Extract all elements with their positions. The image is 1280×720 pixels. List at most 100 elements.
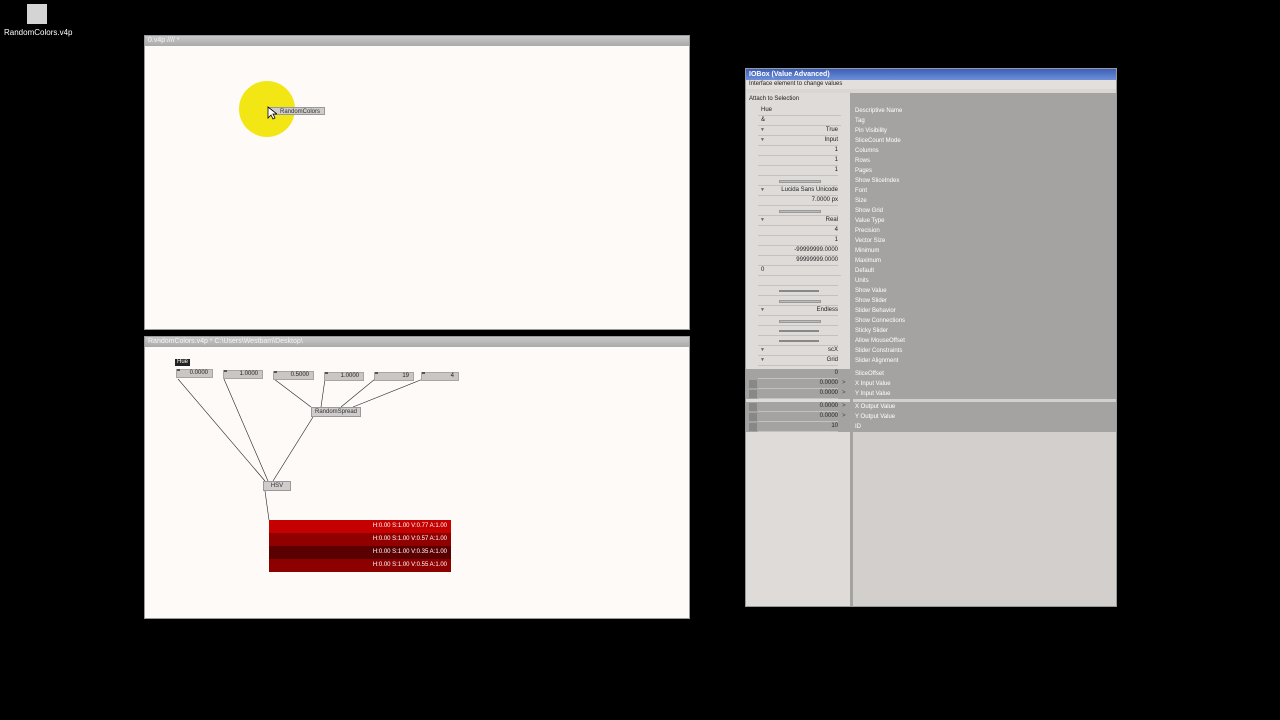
pin-row[interactable]: 0.0000 > Y Input Value [746,389,1116,399]
property-label: Size [855,198,867,204]
dropdown-arrow-icon[interactable]: ▼ [760,127,765,133]
dropdown-arrow-icon[interactable]: ▼ [760,357,765,363]
iobox-1[interactable]: 1.0000 [223,370,263,379]
desktop-file-icon[interactable]: RandomColors.v4p [4,4,73,37]
property-label: Show Value [855,288,887,294]
property-row[interactable]: Sticky Slider [746,326,1116,336]
pin-row[interactable]: 0.0000 > X Input Value [746,379,1116,389]
property-row[interactable]: Hue Descriptive Name [746,106,1116,116]
property-value[interactable] [758,276,838,286]
toggle-bar[interactable] [779,300,821,303]
toggle-bar[interactable] [779,180,821,183]
inspector-title[interactable]: IOBox (Value Advanced) [746,69,1116,80]
pin-expand-marker[interactable]: > [842,402,846,411]
property-row[interactable]: Show Slider [746,296,1116,306]
property-row[interactable]: & Tag [746,116,1116,126]
property-value[interactable]: scX [758,346,838,356]
iobox-3[interactable]: 1.0000 [324,372,364,381]
pin-expand-marker[interactable]: > [842,389,846,398]
attach-to-selection[interactable]: Attach to Selection [749,96,799,102]
property-label: Default [855,268,875,274]
property-label: Show Slider [855,298,888,304]
node-randomcolors[interactable]: RandomColors [269,107,325,115]
pin-value[interactable]: 0 [758,369,838,379]
dropdown-arrow-icon[interactable]: ▼ [760,347,765,353]
pin-value[interactable]: 0.0000 [758,402,838,412]
property-label: Pin Visibility [855,128,887,134]
property-value[interactable]: & [758,116,841,126]
dropdown-arrow-icon[interactable]: ▼ [760,217,765,223]
toggle-bar[interactable] [779,320,821,323]
property-value[interactable]: 1 [758,146,838,156]
pin-expand-marker[interactable]: > [842,379,846,388]
patch-window-randomcolors[interactable]: RandomColors.v4p * C:\Users\Westbam\Desk… [144,336,690,619]
property-value[interactable]: 1 [758,166,838,176]
pin-value[interactable]: 0.0000 [758,379,838,389]
property-value[interactable]: 0 [758,266,841,276]
property-row[interactable]: scX ▼ Slider Constraints [746,346,1116,356]
property-row[interactable]: Lucida Sans Unicode ▼ Font [746,186,1116,196]
property-value[interactable]: Real [758,216,838,226]
pin-row[interactable]: 0 SliceOffset [746,369,1116,379]
property-row[interactable]: 1 Pages [746,166,1116,176]
property-value[interactable]: Hue [758,106,841,116]
property-value[interactable]: Input [758,136,838,146]
property-row[interactable]: 0 Default [746,266,1116,276]
property-value[interactable]: Grid [758,356,838,366]
property-value[interactable]: Lucida Sans Unicode [758,186,838,196]
dropdown-arrow-icon[interactable]: ▼ [760,187,765,193]
property-row[interactable]: 1 Rows [746,156,1116,166]
node-hsv[interactable]: HSV [263,481,291,491]
iobox-4[interactable]: 19 [374,372,414,381]
property-row[interactable]: True ▼ Pin Visibility [746,126,1116,136]
window-title[interactable]: 0.v4p //// * [145,36,689,46]
property-row[interactable]: 1 Vector Size [746,236,1116,246]
property-row[interactable]: Show SliceIndex [746,176,1116,186]
property-row[interactable]: Show Grid [746,206,1116,216]
property-row[interactable]: Endless ▼ Slider Behavior [746,306,1116,316]
property-row[interactable]: 7.0000 px Size [746,196,1116,206]
node-randomspread[interactable]: RandomSpread [311,407,361,417]
property-row[interactable]: Input ▼ SliceCount Mode [746,136,1116,146]
property-value[interactable]: 1 [758,156,838,166]
toggle-bar[interactable] [779,330,819,332]
pin-value[interactable]: 0.0000 [758,412,838,422]
toggle-bar[interactable] [779,290,819,292]
property-value[interactable]: 7.0000 px [758,196,838,206]
property-value[interactable]: True [758,126,838,136]
toggle-bar[interactable] [779,340,819,342]
patch-window-root[interactable]: 0.v4p //// * RandomColors [144,35,690,330]
iobox-2[interactable]: 0.5000 [273,371,314,380]
property-label: Precision [855,228,880,234]
pin-row[interactable]: 0.0000 > Y Output Value [746,412,1116,422]
toggle-bar[interactable] [779,210,821,213]
pin-row[interactable]: 10 ID [746,422,1116,432]
property-label: Allow MouseOffset [855,338,905,344]
dropdown-arrow-icon[interactable]: ▼ [760,307,765,313]
iobox-0[interactable]: 0.0000 [176,369,213,378]
property-row[interactable]: Show Value [746,286,1116,296]
property-row[interactable]: Real ▼ Value Type [746,216,1116,226]
pin-indicator [749,403,757,411]
iobox-5[interactable]: 4 [421,372,459,381]
property-row[interactable]: 4 Precision [746,226,1116,236]
property-row[interactable]: Units [746,276,1116,286]
pin-row[interactable]: 0.0000 > X Output Value [746,402,1116,412]
pin-value[interactable]: 0.0000 [758,389,838,399]
desktop-file-label: RandomColors.v4p [4,28,73,37]
dropdown-arrow-icon[interactable]: ▼ [760,137,765,143]
property-value[interactable]: 1 [758,236,838,246]
property-row[interactable]: Show Connections [746,316,1116,326]
property-value[interactable]: 99999999.0000 [758,256,838,266]
inspector-window[interactable]: IOBox (Value Advanced) Interface element… [745,68,1117,607]
property-row[interactable]: 1 Columns [746,146,1116,156]
property-row[interactable]: Allow MouseOffset [746,336,1116,346]
pin-expand-marker[interactable]: > [842,412,846,421]
property-value[interactable]: Endless [758,306,838,316]
property-value[interactable]: -99999999.0000 [758,246,838,256]
pin-value[interactable]: 10 [758,422,838,432]
property-row[interactable]: Grid ▼ Slider Alignment [746,356,1116,366]
property-value[interactable]: 4 [758,226,838,236]
property-row[interactable]: 99999999.0000 Maximum [746,256,1116,266]
property-row[interactable]: -99999999.0000 Minimum [746,246,1116,256]
